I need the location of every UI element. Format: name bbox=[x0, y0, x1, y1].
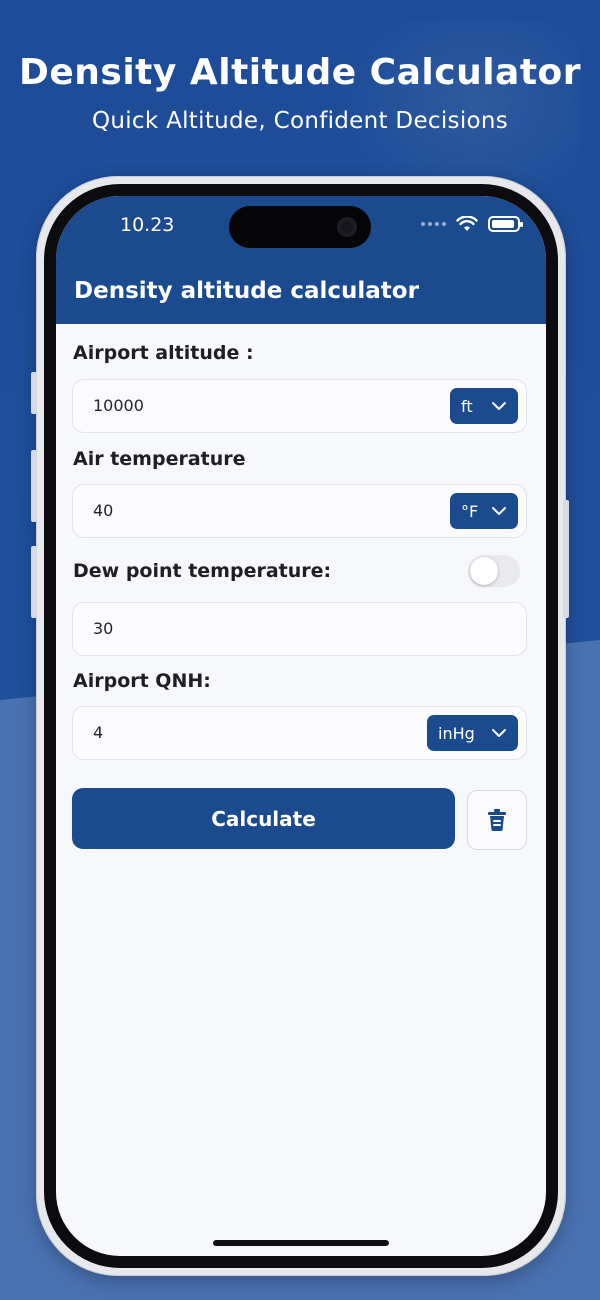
air-temperature-label: Air temperature bbox=[73, 448, 246, 470]
temperature-unit-label: °F bbox=[461, 501, 479, 521]
app-bar: 10.23 Density altitude calculator bbox=[56, 196, 546, 324]
dew-point-label: Dew point temperature: bbox=[73, 560, 332, 582]
airport-altitude-value[interactable]: 10000 bbox=[93, 396, 144, 415]
trash-icon bbox=[488, 809, 506, 831]
dew-point-field[interactable]: 30 bbox=[72, 602, 527, 656]
qnh-unit-label: inHg bbox=[438, 723, 475, 743]
camera-icon bbox=[337, 217, 357, 237]
qnh-unit-dropdown[interactable]: inHg bbox=[427, 715, 518, 751]
toggle-knob bbox=[470, 557, 498, 585]
calculate-button[interactable]: Calculate bbox=[72, 788, 455, 849]
app-screen: 10.23 Density altitude calculator Airpor… bbox=[56, 196, 546, 1256]
dew-point-value[interactable]: 30 bbox=[93, 619, 113, 638]
battery-icon bbox=[488, 216, 523, 232]
air-temperature-field[interactable]: 40 °F bbox=[72, 484, 527, 538]
app-bar-title: Density altitude calculator bbox=[74, 278, 419, 304]
promo-title: Density Altitude Calculator bbox=[18, 52, 582, 93]
phone-power-button bbox=[563, 500, 569, 618]
dynamic-island bbox=[229, 206, 371, 248]
chevron-down-icon bbox=[492, 729, 506, 737]
signal-dots-icon bbox=[421, 222, 446, 226]
phone-volume-down-button bbox=[31, 546, 37, 618]
status-icons bbox=[421, 216, 523, 232]
airport-qnh-field[interactable]: 4 inHg bbox=[72, 706, 527, 760]
airport-altitude-field[interactable]: 10000 ft bbox=[72, 379, 527, 433]
clear-button[interactable] bbox=[467, 790, 527, 850]
airport-qnh-label: Airport QNH: bbox=[73, 670, 211, 692]
phone-action-button bbox=[31, 372, 37, 414]
phone-volume-up-button bbox=[31, 450, 37, 522]
air-temperature-value[interactable]: 40 bbox=[93, 501, 113, 520]
chevron-down-icon bbox=[492, 507, 506, 515]
altitude-unit-dropdown[interactable]: ft bbox=[450, 388, 518, 424]
home-indicator[interactable] bbox=[213, 1240, 389, 1246]
chevron-down-icon bbox=[492, 402, 506, 410]
altitude-unit-label: ft bbox=[461, 396, 473, 416]
airport-altitude-label: Airport altitude : bbox=[73, 342, 254, 364]
promo-subtitle: Quick Altitude, Confident Decisions bbox=[91, 108, 509, 134]
temperature-unit-dropdown[interactable]: °F bbox=[450, 493, 518, 529]
airport-qnh-value[interactable]: 4 bbox=[93, 723, 103, 742]
wifi-icon bbox=[456, 216, 478, 231]
status-time: 10.23 bbox=[120, 214, 175, 236]
dew-point-toggle[interactable] bbox=[468, 555, 520, 587]
